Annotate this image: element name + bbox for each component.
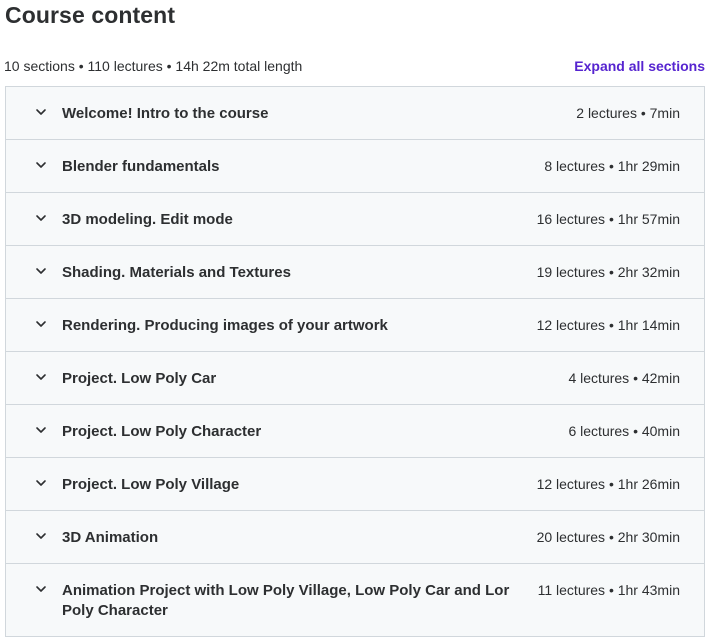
section-row[interactable]: Project. Low Poly Car 4 lectures • 42min xyxy=(6,352,704,405)
section-title: 3D Animation xyxy=(62,529,159,546)
chevron-down-icon xyxy=(36,427,46,433)
chevron-down-icon xyxy=(36,586,46,592)
section-row[interactable]: Project. Low Poly Village 12 lectures • … xyxy=(6,458,704,511)
chevron-down-icon xyxy=(36,268,46,274)
section-meta: 6 lectures • 40min xyxy=(568,423,680,439)
course-summary: 10 sections • 110 lectures • 14h 22m tot… xyxy=(4,58,303,74)
section-row[interactable]: Animation Project with Low Poly Village,… xyxy=(6,564,704,637)
section-title: Project. Low Poly Character xyxy=(62,423,262,440)
course-content-panel: Course content 10 sections • 110 lecture… xyxy=(0,0,710,641)
section-title: Welcome! Intro to the course xyxy=(62,105,269,122)
section-meta: 11 lectures • 1hr 43min xyxy=(537,582,680,598)
course-summary-row: 10 sections • 110 lectures • 14h 22m tot… xyxy=(4,58,705,76)
section-title: 3D modeling. Edit mode xyxy=(62,211,233,228)
section-row[interactable]: 3D modeling. Edit mode 16 lectures • 1hr… xyxy=(6,193,704,246)
section-title: Project. Low Poly Village xyxy=(62,476,240,493)
chevron-down-icon xyxy=(36,533,46,539)
section-title: Blender fundamentals xyxy=(62,158,220,175)
section-row[interactable]: Welcome! Intro to the course 2 lectures … xyxy=(6,87,704,140)
section-meta: 12 lectures • 1hr 14min xyxy=(536,317,680,333)
section-meta: 20 lectures • 2hr 30min xyxy=(536,529,680,545)
section-row[interactable]: Project. Low Poly Character 6 lectures •… xyxy=(6,405,704,458)
chevron-down-icon xyxy=(36,162,46,168)
section-title: Project. Low Poly Car xyxy=(62,370,217,387)
section-row[interactable]: Blender fundamentals 8 lectures • 1hr 29… xyxy=(6,140,704,193)
page-title: Course content xyxy=(5,2,176,28)
section-meta: 16 lectures • 1hr 57min xyxy=(536,211,680,227)
chevron-down-icon xyxy=(36,374,46,380)
section-title: Animation Project with Low Poly Village,… xyxy=(62,582,510,619)
section-row[interactable]: 3D Animation 20 lectures • 2hr 30min xyxy=(6,511,704,564)
section-meta: 12 lectures • 1hr 26min xyxy=(536,476,680,492)
expand-all-sections-button[interactable]: Expand all sections xyxy=(574,58,705,74)
section-row[interactable]: Shading. Materials and Textures 19 lectu… xyxy=(6,246,704,299)
section-meta: 4 lectures • 42min xyxy=(568,370,680,386)
section-meta: 19 lectures • 2hr 32min xyxy=(536,264,680,280)
chevron-down-icon xyxy=(36,480,46,486)
section-meta: 2 lectures • 7min xyxy=(576,105,680,121)
chevron-down-icon xyxy=(36,215,46,221)
section-title: Rendering. Producing images of your artw… xyxy=(62,317,388,334)
chevron-down-icon xyxy=(36,321,46,327)
chevron-down-icon xyxy=(36,109,46,115)
section-meta: 8 lectures • 1hr 29min xyxy=(544,158,680,174)
section-row[interactable]: Rendering. Producing images of your artw… xyxy=(6,299,704,352)
sections-list: Welcome! Intro to the course 2 lectures … xyxy=(5,86,705,637)
section-title: Shading. Materials and Textures xyxy=(62,264,291,281)
